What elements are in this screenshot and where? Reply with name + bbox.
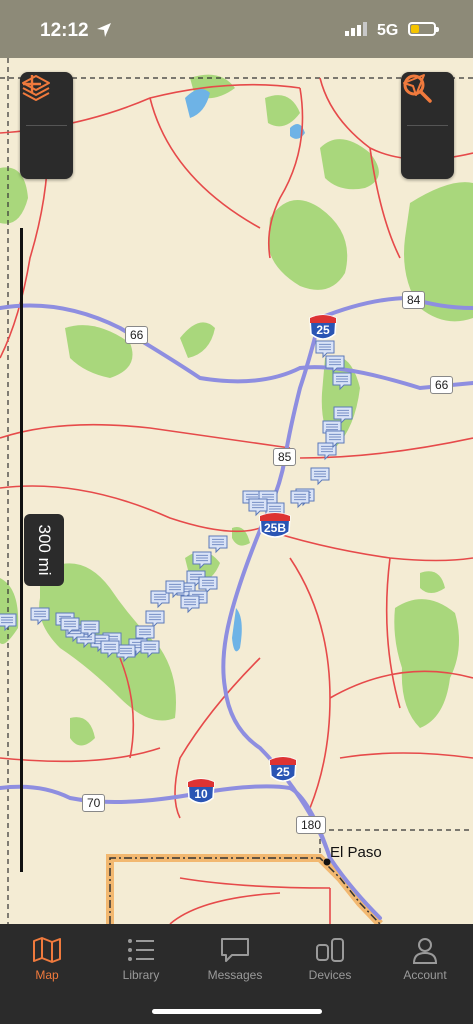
add-button[interactable]	[20, 75, 73, 179]
person-icon	[412, 938, 438, 964]
map-canvas[interactable]	[0, 58, 473, 924]
tab-account-label: Account	[403, 968, 447, 982]
list-icon	[128, 939, 154, 961]
map-controls-right	[401, 72, 454, 179]
tab-messages-label: Messages	[207, 968, 263, 982]
tab-library-label: Library	[122, 968, 160, 982]
road-label-70: 70	[82, 794, 106, 812]
road-label-66-west: 66	[125, 326, 149, 344]
navigation-arrow-icon	[403, 74, 425, 96]
map-scale-label: 300 mi	[24, 514, 64, 586]
tab-library[interactable]: Library	[94, 932, 188, 982]
tab-map-label: Map	[35, 968, 59, 982]
devices-icon	[316, 938, 344, 962]
message-icon	[221, 938, 249, 962]
tab-devices[interactable]: Devices	[283, 932, 377, 982]
map-icon	[33, 937, 61, 963]
tab-account[interactable]: Account	[378, 932, 472, 982]
location-arrow-icon	[97, 23, 111, 37]
interstate-shield-10: 10	[186, 778, 216, 808]
locate-button[interactable]	[401, 74, 454, 179]
interstate-shield-25-south: 25	[268, 756, 298, 786]
map-controls-left	[20, 72, 73, 179]
tab-messages[interactable]: Messages	[188, 932, 282, 982]
road-label-66-east: 66	[430, 376, 454, 394]
status-time: 12:12	[40, 20, 89, 41]
map-scale-bar	[20, 228, 23, 872]
tab-map[interactable]: Map	[0, 932, 94, 982]
city-label-el-paso: El Paso	[330, 844, 382, 861]
road-label-85: 85	[273, 448, 297, 466]
road-label-84: 84	[402, 291, 426, 309]
network-type: 5G	[377, 22, 399, 39]
battery-icon	[408, 22, 439, 36]
interstate-shield-25b: 25B	[258, 512, 291, 542]
tab-devices-label: Devices	[308, 968, 352, 982]
signal-icon	[345, 22, 367, 36]
status-bar: 12:12 5G	[0, 0, 473, 58]
interstate-shield-25: 25	[308, 314, 338, 344]
plus-icon	[23, 75, 41, 93]
road-label-180: 180	[296, 816, 327, 834]
map-view[interactable]: 25 25B 25 10 66 84 66 85 70 180 El Paso	[0, 58, 473, 924]
home-indicator	[152, 1009, 322, 1014]
